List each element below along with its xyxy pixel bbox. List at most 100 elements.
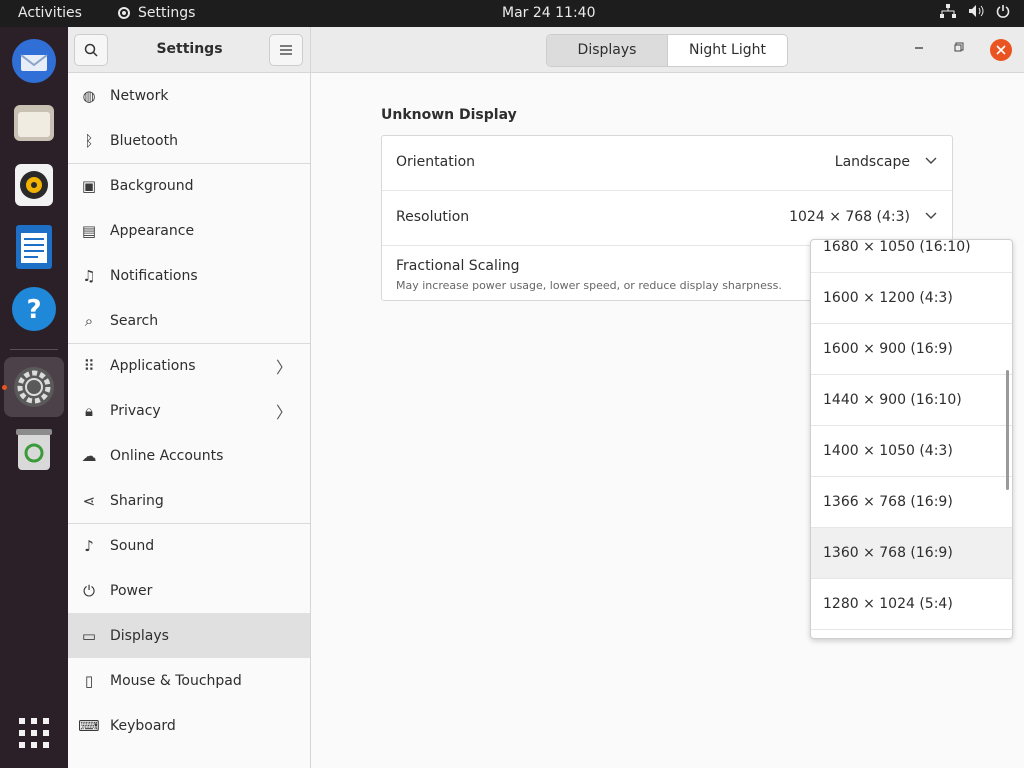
cloud-icon: ☁ — [81, 446, 97, 465]
sidebar-item-label: Applications — [110, 358, 196, 374]
sidebar-item-label: Search — [110, 312, 159, 329]
sidebar-item-label: Displays — [110, 627, 169, 644]
sidebar-item-background[interactable]: ▣ Background — [68, 163, 310, 208]
trash-icon[interactable] — [4, 419, 64, 479]
chevron-down-icon — [925, 209, 937, 223]
sidebar-item-label: Privacy — [110, 402, 161, 419]
resolution-option[interactable]: 1680 × 1050 (16:10) — [811, 240, 1012, 273]
sidebar-item-mouse-touchpad[interactable]: ▯ Mouse & Touchpad — [68, 658, 310, 703]
clock[interactable]: Mar 24 11:40 — [502, 5, 595, 21]
settings-window: Settings Displays Night Light ◍ Network … — [68, 27, 1024, 768]
mouse-icon: ▯ — [84, 671, 94, 690]
sidebar-item-search[interactable]: ⌕ Search — [68, 298, 310, 343]
sidebar-item-label: Appearance — [110, 222, 195, 239]
grid-icon: ⠿ — [83, 357, 95, 375]
resolution-popover: 1680 × 1050 (16:10) 1600 × 1200 (4:3) 16… — [810, 239, 1013, 639]
resolution-row[interactable]: Resolution 1024 × 768 (4:3) — [382, 191, 952, 246]
display-name: Unknown Display — [381, 107, 517, 123]
lock-icon: 🔒︎ — [85, 401, 93, 420]
sidebar-item-label: Online Accounts — [110, 447, 224, 464]
sidebar-item-displays[interactable]: ▭ Displays — [68, 613, 310, 658]
power-icon — [996, 5, 1010, 18]
maximize-button[interactable] — [954, 41, 964, 55]
top-bar: Activities Settings Mar 24 11:40 — [0, 0, 1024, 27]
dock: ? — [0, 27, 68, 768]
files-icon[interactable] — [4, 93, 64, 153]
thunderbird-icon[interactable] — [4, 31, 64, 91]
resolution-option[interactable]: 1600 × 900 (16:9) — [811, 324, 1012, 375]
sidebar-item-label: Power — [110, 582, 153, 599]
fractional-scaling-description: May increase power usage, lower speed, o… — [396, 279, 782, 292]
running-indicator — [2, 385, 7, 390]
keyboard-icon: ⌨ — [78, 716, 100, 735]
app-name: Settings — [138, 5, 196, 21]
minimize-button[interactable] — [914, 39, 924, 53]
sidebar-item-power[interactable]: ⏻︎ Power — [68, 568, 310, 613]
sidebar-item-privacy[interactable]: 🔒︎ Privacy 〉 — [68, 388, 310, 433]
resolution-option[interactable]: 1366 × 768 (16:9) — [811, 477, 1012, 528]
resolution-option[interactable]: 1360 × 768 (16:9) — [811, 528, 1012, 579]
sidebar-item-label: Background — [110, 178, 194, 194]
resolution-option[interactable]: 1440 × 900 (16:10) — [811, 375, 1012, 426]
close-button[interactable] — [990, 39, 1012, 61]
resolution-option[interactable]: 1600 × 1200 (4:3) — [811, 273, 1012, 324]
sidebar-item-label: Network — [110, 87, 169, 104]
sidebar-item-notifications[interactable]: ♫ Notifications — [68, 253, 310, 298]
sidebar-item-label: Mouse & Touchpad — [110, 672, 242, 689]
rhythmbox-icon[interactable] — [4, 155, 64, 215]
music-icon: ♪ — [84, 537, 94, 555]
display-icon: ▭ — [81, 626, 97, 645]
sidebar-item-online-accounts[interactable]: ☁ Online Accounts — [68, 433, 310, 478]
close-icon — [996, 45, 1006, 55]
tab-night-light[interactable]: Night Light — [667, 35, 787, 66]
sidebar: ◍ Network ᛒ Bluetooth ▣ Background ▤ App… — [68, 73, 311, 768]
sidebar-item-label: Bluetooth — [110, 132, 178, 149]
activities-button[interactable]: Activities — [18, 5, 82, 21]
maximize-icon — [954, 42, 964, 52]
bluetooth-icon: ᛒ — [84, 131, 94, 150]
chevron-right-icon: 〉 — [275, 402, 292, 422]
minimize-icon — [915, 47, 923, 49]
volume-icon — [969, 5, 984, 17]
sidebar-item-network[interactable]: ◍ Network — [68, 73, 310, 118]
resolution-option[interactable]: 1280 × 1024 (5:4) — [811, 579, 1012, 630]
sidebar-item-label: Notifications — [110, 267, 198, 284]
network-icon — [940, 4, 956, 18]
orientation-row[interactable]: Orientation Landscape — [382, 136, 952, 191]
sidebar-item-applications[interactable]: ⠿ Applications 〉 — [68, 343, 310, 388]
sidebar-item-label: Sound — [110, 538, 155, 554]
menu-button[interactable] — [269, 34, 303, 66]
app-grid-icon[interactable] — [4, 703, 64, 763]
orientation-label: Orientation — [396, 154, 476, 170]
resolution-value: 1024 × 768 (4:3) — [789, 209, 910, 225]
background-icon: ▣ — [81, 177, 97, 195]
appearance-icon: ▤ — [81, 221, 97, 240]
sidebar-item-bluetooth[interactable]: ᛒ Bluetooth — [68, 118, 310, 163]
view-switcher: Displays Night Light — [546, 34, 788, 67]
share-icon: ⋖ — [82, 491, 96, 510]
help-icon[interactable]: ? — [4, 279, 64, 339]
main-header: Displays Night Light — [311, 27, 1024, 73]
power-icon: ⏻︎ — [83, 581, 95, 600]
svg-text:?: ? — [26, 295, 41, 325]
chevron-right-icon: 〉 — [275, 358, 292, 377]
sidebar-item-sharing[interactable]: ⋖ Sharing — [68, 478, 310, 523]
writer-icon[interactable] — [4, 217, 64, 277]
sidebar-item-keyboard[interactable]: ⌨ Keyboard — [68, 703, 310, 748]
network-icon: ◍ — [82, 86, 96, 105]
sidebar-item-appearance[interactable]: ▤ Appearance — [68, 208, 310, 253]
sidebar-item-label: Keyboard — [110, 717, 176, 734]
app-menu[interactable]: Settings — [116, 5, 195, 21]
sidebar-item-sound[interactable]: ♪ Sound — [68, 523, 310, 568]
system-tray[interactable] — [940, 4, 1010, 18]
settings-icon[interactable] — [2, 357, 64, 417]
popover-scrollbar[interactable] — [1006, 370, 1009, 490]
chevron-down-icon — [925, 154, 937, 168]
bell-icon: ♫ — [82, 266, 96, 285]
tab-displays[interactable]: Displays — [547, 35, 667, 66]
dock-separator — [10, 349, 58, 350]
sidebar-item-label: Sharing — [110, 492, 164, 509]
resolution-option[interactable]: 1400 × 1050 (4:3) — [811, 426, 1012, 477]
fractional-scaling-label: Fractional Scaling — [396, 258, 520, 274]
resolution-label: Resolution — [396, 209, 470, 225]
